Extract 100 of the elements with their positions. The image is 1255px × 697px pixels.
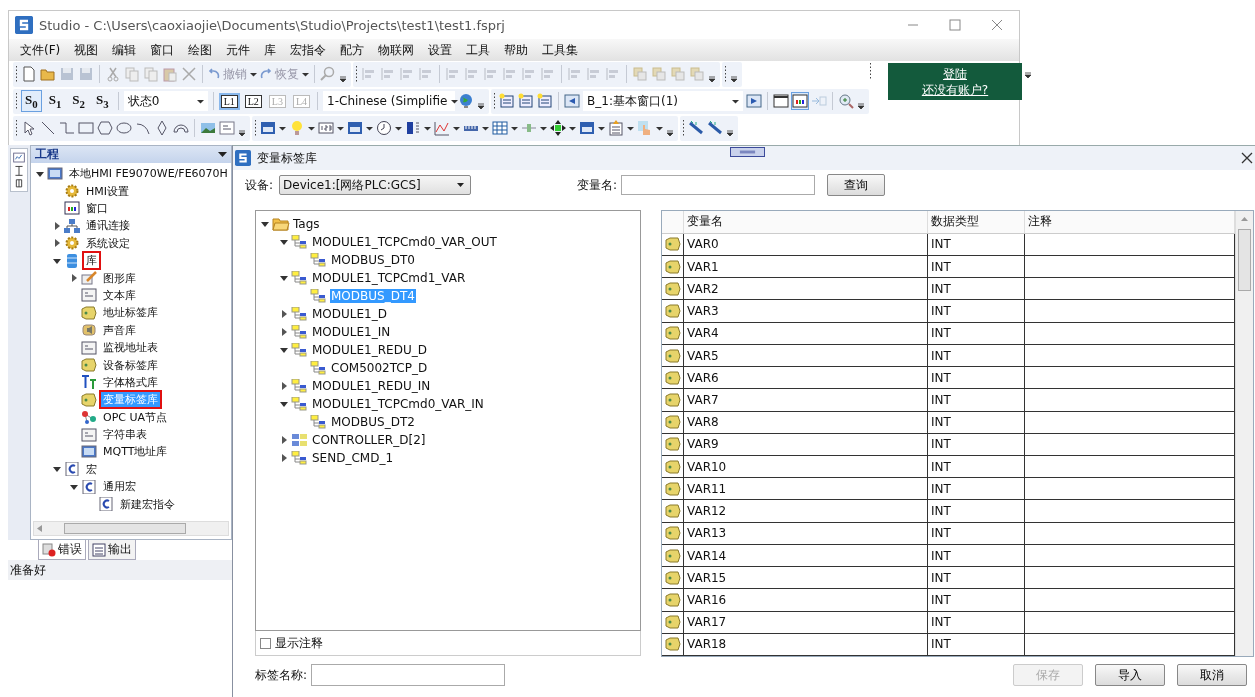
close-icon[interactable] (1241, 152, 1253, 164)
tree-item[interactable]: COM5002TCP_D (330, 361, 429, 375)
tree-item[interactable]: 图形库 (99, 268, 140, 288)
query-button[interactable]: 查询 (827, 174, 886, 196)
tree-item[interactable]: 文本库 (99, 285, 140, 305)
dialog-button[interactable]: 取消 (1177, 664, 1247, 686)
splitter-handle[interactable] (730, 147, 765, 157)
caret-icon[interactable] (218, 151, 227, 158)
scrollbar-thumb[interactable] (1238, 229, 1251, 291)
layer-button[interactable]: L2 (244, 94, 262, 108)
menu-item[interactable]: 帮助 (497, 41, 536, 59)
state-button[interactable]: S$_{1}$ (44, 90, 66, 112)
toolbar-grip-icon[interactable] (254, 119, 257, 137)
tree-item[interactable]: MODBUS_DT0 (330, 253, 416, 267)
column-header[interactable]: 变量名 (684, 211, 928, 233)
arc-icon[interactable] (135, 120, 151, 136)
tree-item[interactable]: CONTROLLER_D[2] (311, 433, 427, 447)
signup-link[interactable]: 还没有账户? (921, 81, 989, 98)
tree-item[interactable]: 新建宏指令 (116, 494, 179, 514)
menu-item[interactable]: 物联网 (371, 41, 422, 59)
window-bars-icon[interactable] (792, 93, 809, 109)
window-select[interactable]: B_1:基本窗口(1) (583, 91, 744, 111)
tag-name-field[interactable] (311, 664, 506, 686)
expand-arrow-icon[interactable] (279, 327, 289, 337)
numeric-field-icon[interactable] (318, 120, 334, 136)
checkbox[interactable] (260, 637, 271, 649)
menu-item[interactable]: 视图 (67, 41, 106, 59)
bar-gauge-icon[interactable] (405, 120, 421, 136)
toolbar-grip-icon[interactable] (15, 65, 18, 83)
image-icon[interactable] (200, 120, 216, 136)
expand-arrow-icon[interactable] (279, 381, 289, 391)
move-arrows-icon[interactable] (550, 120, 566, 136)
column-header[interactable]: 数据类型 (928, 211, 1025, 233)
collapse-arrow-icon[interactable] (260, 219, 270, 229)
tree-item[interactable]: MQTT地址库 (99, 442, 172, 462)
window-icon[interactable] (773, 93, 790, 109)
state-button[interactable]: S$_{0}$ (21, 90, 42, 112)
open-folder-icon[interactable] (40, 66, 56, 82)
collapse-arrow-icon[interactable] (279, 273, 289, 283)
menu-item[interactable]: 工具 (459, 41, 498, 59)
tree-item[interactable]: MODULE1_TCPCmd0_VAR_OUT (311, 235, 498, 249)
expand-arrow-icon[interactable] (279, 435, 289, 445)
menu-item[interactable]: 宏指令 (283, 41, 334, 59)
tree-item[interactable]: 设备标签库 (99, 355, 162, 375)
pointer-icon[interactable] (21, 120, 37, 136)
tree-item[interactable]: 字体格式库 (99, 372, 162, 392)
device-select[interactable]: Device1:[网络PLC:GCS] (279, 175, 472, 195)
expand-arrow-icon[interactable] (69, 273, 79, 284)
table-icon[interactable] (492, 120, 508, 136)
ellipse-icon[interactable] (116, 120, 132, 136)
state-select[interactable]: 状态0 (123, 91, 208, 111)
previous-icon[interactable] (564, 93, 581, 109)
menu-item[interactable]: 配方 (333, 41, 372, 59)
login-link[interactable]: 登陆 (943, 65, 967, 82)
collapse-arrow-icon[interactable] (279, 345, 289, 355)
hexagon-icon[interactable] (97, 120, 113, 136)
panel-icon[interactable] (260, 120, 276, 136)
toolbar-grip-icon[interactable] (724, 65, 727, 83)
dialog-button[interactable]: 导入 (1095, 664, 1165, 686)
tree-item[interactable]: MODULE1_TCPCmd0_VAR_IN (311, 397, 485, 411)
toolbar-grip-icon[interactable] (682, 119, 685, 137)
menu-item[interactable]: 设置 (421, 41, 460, 59)
language-select[interactable]: 1-Chinese (Simplifie (323, 91, 456, 111)
tree-item[interactable]: HMI设置 (82, 181, 133, 201)
menu-item[interactable]: 工具集 (535, 41, 586, 59)
tree-item[interactable]: 通用宏 (99, 477, 140, 497)
wand-icon[interactable] (707, 120, 723, 136)
line-icon[interactable] (40, 120, 56, 136)
tree-item[interactable]: 监视地址表 (99, 338, 162, 358)
panel-tab[interactable]: 输出 (88, 540, 136, 560)
menu-item[interactable]: 窗口 (143, 41, 182, 59)
menu-item[interactable]: 绘图 (181, 41, 220, 59)
tree-item[interactable]: 系统设定 (82, 233, 134, 253)
menu-item[interactable]: 元件 (219, 41, 258, 59)
new-file-icon[interactable] (21, 66, 37, 82)
clock-icon[interactable] (376, 120, 392, 136)
state-button[interactable]: S$_{2}$ (68, 90, 89, 112)
caret-icon[interactable] (457, 183, 465, 187)
toolbar-grip-icon[interactable] (355, 65, 358, 83)
wand-icon[interactable] (688, 120, 704, 136)
vertical-scrollbar[interactable] (1235, 211, 1253, 656)
tree-item[interactable]: Tags (292, 217, 321, 231)
panel-icon[interactable] (347, 120, 363, 136)
expand-arrow-icon[interactable] (279, 453, 289, 463)
expand-arrow-icon[interactable] (279, 309, 289, 319)
menu-item[interactable]: 编辑 (105, 41, 144, 59)
tree-item[interactable]: MODBUS_DT2 (330, 415, 416, 429)
tree-item[interactable]: 本地HMI FE9070WE/FE6070H (65, 164, 231, 184)
tree-item[interactable]: MODULE1_TCPCmd1_VAR (311, 271, 467, 285)
tree-item[interactable]: 通讯连接 (82, 216, 134, 236)
tree-item[interactable]: 库 (82, 251, 101, 271)
new-window-icon[interactable] (537, 93, 554, 109)
tree-item[interactable]: MODULE1_D (311, 307, 388, 321)
tree-item[interactable]: MODULE1_REDU_IN (311, 379, 432, 393)
toolbar-grip-icon[interactable] (15, 92, 18, 110)
menu-item[interactable]: 库 (257, 41, 284, 59)
globe-icon[interactable] (458, 93, 475, 109)
tree-item[interactable]: 宏 (82, 459, 101, 479)
panel-icon[interactable] (579, 120, 595, 136)
toolbar-grip-icon[interactable] (869, 62, 872, 80)
